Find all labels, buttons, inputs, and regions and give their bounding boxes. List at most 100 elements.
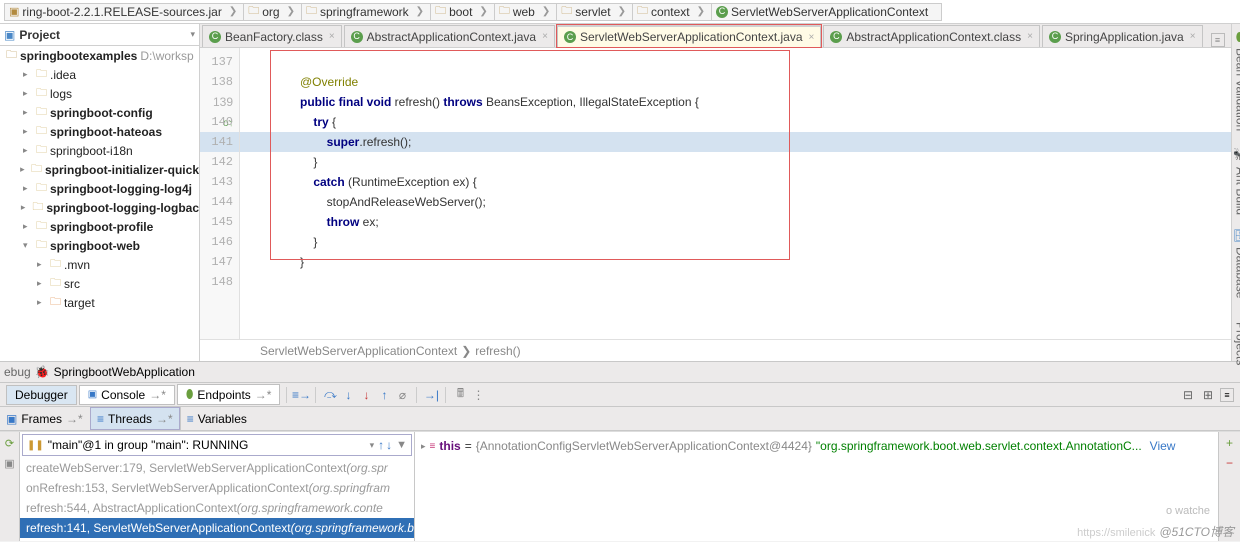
dropdown-icon[interactable]: ▾ <box>370 440 375 451</box>
tree-item[interactable]: 🗀springboot-i18n <box>0 141 199 160</box>
tree-arrow-icon[interactable] <box>21 202 29 213</box>
tree-arrow-icon[interactable] <box>23 240 33 251</box>
console-icon: ▣ <box>88 389 97 400</box>
tree-arrow-icon[interactable] <box>23 183 33 194</box>
stack-frame[interactable]: createWebServer:179, ServletWebServerApp… <box>20 458 414 478</box>
editor-tab[interactable]: CServletWebServerApplicationContext.java… <box>557 25 821 47</box>
tree-item[interactable]: 🗀target <box>0 293 199 312</box>
stack-frame[interactable]: refresh:544, AbstractApplicationContext … <box>20 498 414 518</box>
remove-watch-icon[interactable]: − <box>1226 456 1233 470</box>
rerun-icon[interactable]: ⟳ <box>3 436 17 450</box>
tree-item[interactable]: 🗀.mvn <box>0 255 199 274</box>
filter-icon[interactable]: ▼ <box>396 439 407 451</box>
folder-icon: 🗀 <box>36 217 47 236</box>
tool-database[interactable]: 🗄Database <box>1232 224 1240 303</box>
tree-arrow-icon[interactable] <box>20 164 28 175</box>
tree-item[interactable]: 🗀springboot-profile <box>0 217 199 236</box>
tool-maven[interactable]: mMaven Projects <box>1232 304 1240 369</box>
crumb-item[interactable]: 🗀springframework <box>301 3 431 21</box>
tree-item[interactable]: 🗀springboot-config <box>0 103 199 122</box>
thread-selector[interactable]: ❚❚ "main"@1 in group "main": RUNNING ▾ ↑… <box>22 434 412 456</box>
show-execution-point-icon[interactable]: ≡→ <box>293 387 309 403</box>
run-to-cursor-icon[interactable]: →| <box>423 387 439 403</box>
tree-root[interactable]: 🗀 springbootexamples D:\worksp <box>0 46 199 65</box>
restore-layout-icon[interactable]: ⊟ <box>1180 387 1196 403</box>
call-stack[interactable]: createWebServer:179, ServletWebServerApp… <box>20 458 414 541</box>
code-area[interactable]: @Override public final void refresh() th… <box>240 48 1231 339</box>
more-icon[interactable]: ≡ <box>1220 388 1234 402</box>
tree-item[interactable]: 🗀springboot-web <box>0 236 199 255</box>
tree-item[interactable]: 🗀logs <box>0 84 199 103</box>
tree-arrow-icon[interactable] <box>37 259 47 270</box>
editor-body[interactable]: 137 138 139 o↑ 140 141 142 143 144 145 1… <box>200 48 1231 339</box>
close-icon[interactable]: × <box>1190 31 1196 42</box>
close-icon[interactable]: × <box>329 31 335 42</box>
variables-column[interactable]: ▸ ≡ this = {AnnotationConfigServletWebSe… <box>415 432 1218 541</box>
tree-arrow-icon[interactable] <box>23 88 33 99</box>
settings-icon[interactable]: ⊞ <box>1200 387 1216 403</box>
pause-icon: ❚❚ <box>27 440 44 451</box>
class-icon: C <box>830 31 842 43</box>
editor-tab[interactable]: CAbstractApplicationContext.class× <box>823 25 1040 47</box>
threads-tab[interactable]: ≡Threads→* <box>90 407 180 430</box>
close-icon[interactable]: × <box>809 32 815 43</box>
tree-item[interactable]: 🗀src <box>0 274 199 293</box>
stack-frame[interactable]: onRefresh:153, ServletWebServerApplicati… <box>20 478 414 498</box>
tree-arrow-icon[interactable] <box>37 278 47 289</box>
variable-row[interactable]: ▸ ≡ this = {AnnotationConfigServletWebSe… <box>421 436 1212 456</box>
debug-tool-header[interactable]: ebug 🐞 SpringbootWebApplication <box>0 361 1240 383</box>
debug-tabs-bar: Debugger ▣Console→* ⬮Endpoints→* ≡→ ⤼ ↓ … <box>0 383 1240 407</box>
evaluate-icon[interactable]: 🖩 <box>452 387 468 403</box>
crumb-item[interactable]: 🗀org <box>243 3 302 21</box>
resume-icon[interactable]: ▣ <box>3 456 17 470</box>
tree-item[interactable]: 🗀springboot-hateoas <box>0 122 199 141</box>
database-icon: 🗄 <box>1234 228 1240 243</box>
tree-arrow-icon[interactable] <box>23 221 33 232</box>
tool-ant-build[interactable]: 🐜Ant Build <box>1232 144 1240 219</box>
tree-item[interactable]: 🗀.idea <box>0 65 199 84</box>
tool-bean-validation[interactable]: ⬮Bean Validation <box>1232 28 1240 135</box>
tree-arrow-icon[interactable] <box>23 145 33 156</box>
step-into-icon[interactable]: ↓ <box>340 387 356 403</box>
tree-item[interactable]: 🗀springboot-logging-log4j <box>0 179 199 198</box>
editor-tab[interactable]: CSpringApplication.java× <box>1042 25 1203 47</box>
project-tree[interactable]: 🗀 springbootexamples D:\worksp 🗀.idea🗀lo… <box>0 46 199 361</box>
project-header[interactable]: ▣ Project ▾ <box>0 24 199 46</box>
tree-arrow-icon[interactable] <box>23 126 33 137</box>
tab-debugger[interactable]: Debugger <box>6 385 77 405</box>
close-icon[interactable]: × <box>1027 31 1033 42</box>
stack-frame[interactable]: refresh:141, ServletWebServerApplication… <box>20 518 414 538</box>
crumb-item[interactable]: 🗀boot <box>430 3 495 21</box>
drop-frame-icon[interactable]: ⌀ <box>394 387 410 403</box>
step-over-icon[interactable]: ⤼ <box>322 387 338 403</box>
tree-item[interactable]: 🗀springboot-logging-logbac <box>0 198 199 217</box>
tab-console[interactable]: ▣Console→* <box>79 385 175 405</box>
tree-item[interactable]: 🗀springboot-initializer-quick <box>0 160 199 179</box>
crumb-item[interactable]: ▣ring-boot-2.2.1.RELEASE-sources.jar <box>4 3 244 21</box>
view-link[interactable]: View <box>1150 439 1176 453</box>
trace-icon[interactable]: ⋮ <box>470 387 486 403</box>
editor-tab[interactable]: CBeanFactory.class× <box>202 25 342 47</box>
tree-arrow-icon[interactable] <box>23 69 33 80</box>
crumb-item[interactable]: 🗀servlet <box>556 3 633 21</box>
crumb-item[interactable]: CServletWebServerApplicationContext <box>711 3 942 21</box>
folder-icon: 🗀 <box>50 255 61 274</box>
tab-endpoints[interactable]: ⬮Endpoints→* <box>177 384 281 405</box>
crumb-item[interactable]: 🗀context <box>632 3 712 21</box>
expand-icon[interactable]: ▸ <box>421 441 426 452</box>
editor-tab[interactable]: CAbstractApplicationContext.java× <box>344 25 555 47</box>
step-out-icon[interactable]: ↑ <box>376 387 392 403</box>
variables-icon: ≡ <box>187 412 194 426</box>
frames-tab[interactable]: ▣Frames→* <box>0 407 90 430</box>
prev-frame-icon[interactable]: ↑ <box>378 438 384 452</box>
add-watch-icon[interactable]: + <box>1226 436 1233 450</box>
dropdown-icon[interactable]: ▾ <box>190 29 195 40</box>
next-frame-icon[interactable]: ↓ <box>386 438 392 452</box>
tab-list-icon[interactable]: ≡ <box>1211 33 1225 47</box>
tree-arrow-icon[interactable] <box>23 107 33 118</box>
crumb-item[interactable]: 🗀web <box>494 3 557 21</box>
force-step-into-icon[interactable]: ↓ <box>358 387 374 403</box>
stack-frame[interactable]: refresh:747, SpringApplication (org.spri… <box>20 538 414 541</box>
tree-arrow-icon[interactable] <box>37 297 47 308</box>
close-icon[interactable]: × <box>542 31 548 42</box>
